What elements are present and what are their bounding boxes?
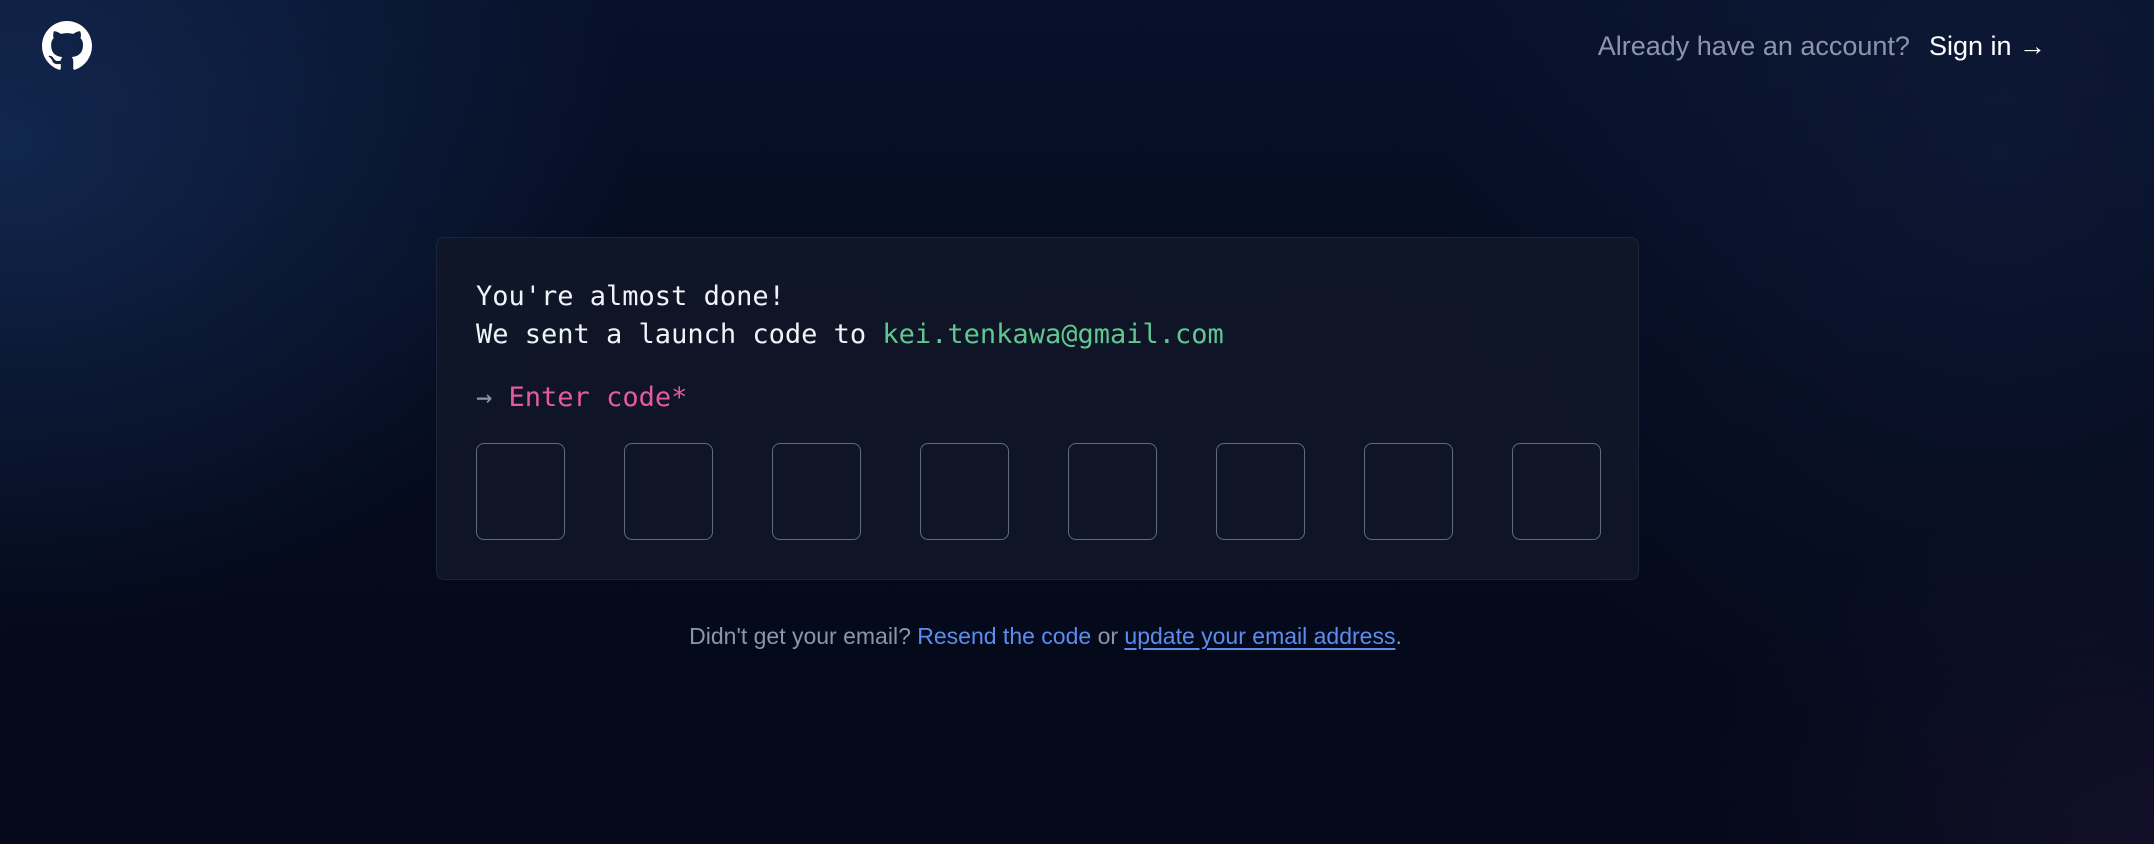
code-digit-input-1[interactable] [476, 443, 565, 540]
verification-card: You're almost done! We sent a launch cod… [436, 237, 1639, 580]
email-address: kei.tenkawa@gmail.com [882, 319, 1224, 350]
sign-in-link[interactable]: Sign in → [1929, 28, 2046, 64]
github-logo-icon[interactable] [42, 21, 92, 71]
help-suffix: . [1395, 623, 1402, 649]
code-digit-input-5[interactable] [1068, 443, 1157, 540]
code-input-row [476, 443, 1601, 540]
code-digit-input-7[interactable] [1364, 443, 1453, 540]
resend-help-text: Didn't get your email? Resend the code o… [0, 619, 2091, 653]
code-digit-input-6[interactable] [1216, 443, 1305, 540]
code-digit-input-8[interactable] [1512, 443, 1601, 540]
help-or: or [1097, 623, 1119, 649]
github-logo-svg [42, 21, 92, 70]
code-digit-input-4[interactable] [920, 443, 1009, 540]
resend-code-link[interactable]: Resend the code [917, 623, 1091, 649]
code-digit-input-2[interactable] [624, 443, 713, 540]
sent-code-prefix: We sent a launch code to [476, 319, 883, 350]
sent-code-message: We sent a launch code to kei.tenkawa@gma… [476, 316, 1224, 354]
already-have-account-text: Already have an account? [1597, 31, 1910, 61]
code-digit-input-3[interactable] [772, 443, 861, 540]
enter-code-label: → Enter code* [476, 379, 687, 417]
help-prefix: Didn't get your email? [689, 623, 911, 649]
header-signin-area: Already have an account? Sign in → [1598, 28, 2046, 64]
enter-code-text: Enter code* [508, 382, 688, 413]
update-email-link[interactable]: update your email address [1124, 623, 1395, 649]
prompt-arrow-icon: → [476, 382, 493, 413]
card-heading: You're almost done! [476, 281, 785, 312]
